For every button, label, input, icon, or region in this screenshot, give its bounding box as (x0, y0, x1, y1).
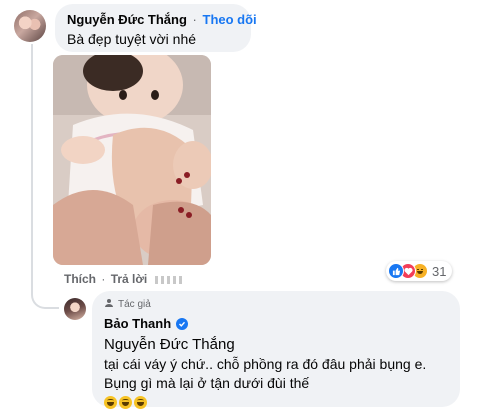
comment-bubble: Nguyễn Đức Thắng · Theo dõi Bà đẹp tuyệt… (55, 4, 257, 52)
reaction-count: 31 (432, 263, 447, 279)
verified-icon (176, 318, 189, 330)
follow-button[interactable]: Theo dõi (203, 12, 257, 27)
reply-author-avatar[interactable] (64, 298, 86, 320)
like-icon (388, 263, 404, 279)
emoji-row (104, 396, 448, 409)
author-badge-icon (104, 298, 114, 311)
thread-line (31, 44, 33, 289)
comment-actions: Thích · Trả lời (64, 272, 183, 286)
author-badge-label: Tác giả (118, 299, 151, 310)
reply-bubble: Tác giả Bảo Thanh Nguyễn Đức Thắng tại c… (92, 291, 460, 409)
reply-header: Bảo Thanh (104, 316, 448, 332)
author-badge: Tác giả (104, 298, 448, 311)
thread-connector (31, 285, 59, 309)
like-link[interactable]: Thích (64, 272, 96, 286)
laughing-emoji (134, 396, 147, 409)
separator-dot: · (192, 12, 197, 27)
reply-link[interactable]: Trả lời (111, 272, 148, 286)
reply-text-line-2: Bụng gì mà lại ở tận dưới đùi thế (104, 375, 310, 391)
reaction-summary[interactable]: 31 (386, 261, 453, 281)
laughing-emoji (104, 396, 117, 409)
reply-text-line-1: tại cái váy ý chứ.. chỗ phồng ra đó đâu … (104, 356, 427, 372)
laughing-emoji (119, 396, 132, 409)
commenter-avatar[interactable] (14, 10, 46, 42)
timestamp-obscured (154, 275, 183, 284)
comment-header: Nguyễn Đức Thắng · Theo dõi (67, 12, 257, 28)
comment-text: Bà đẹp tuyệt vời nhé (67, 31, 197, 47)
comment-photo[interactable] (53, 55, 211, 265)
comment-author[interactable]: Nguyễn Đức Thắng (67, 12, 187, 27)
mention-link[interactable]: Nguyễn Đức Thắng (104, 335, 448, 355)
reply-author[interactable]: Bảo Thanh (104, 316, 171, 332)
